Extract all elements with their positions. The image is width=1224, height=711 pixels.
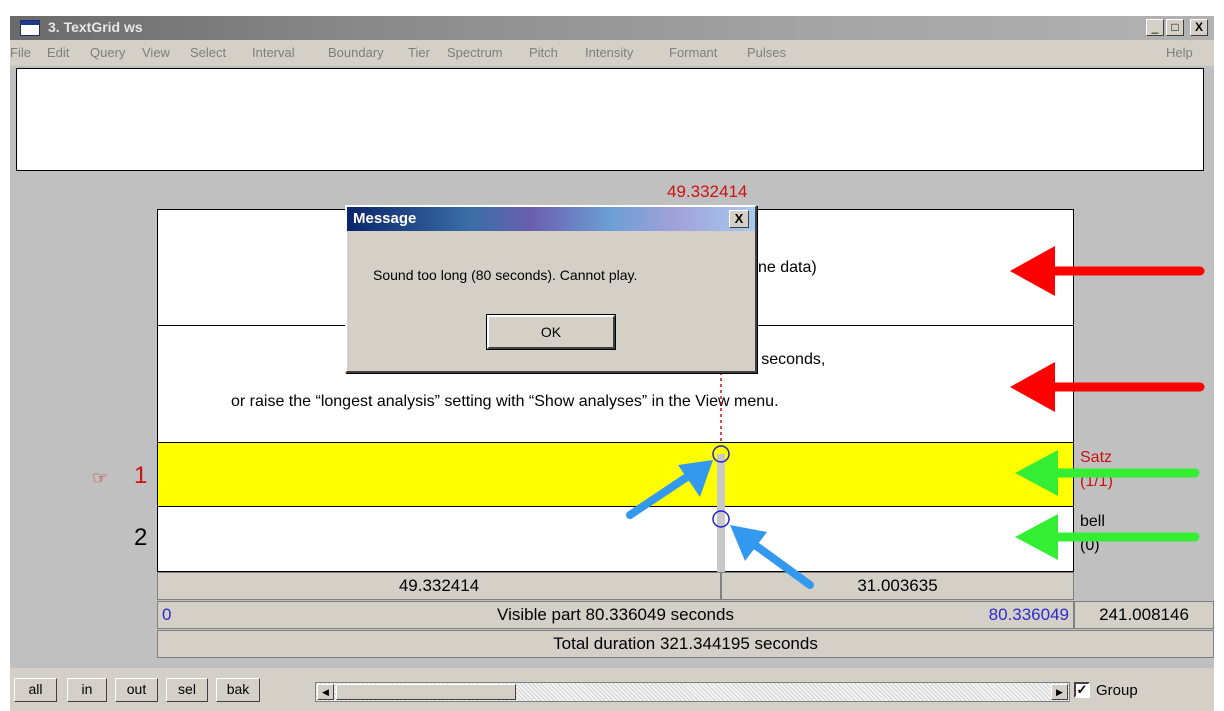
close-button[interactable]: X	[1190, 19, 1208, 36]
menu-interval[interactable]: Interval	[252, 45, 295, 60]
menu-spectrum[interactable]: Spectrum	[447, 45, 503, 60]
dialog-title: Message	[353, 210, 417, 227]
menu-pitch[interactable]: Pitch	[529, 45, 558, 60]
all-button[interactable]: all	[14, 678, 57, 702]
out-button[interactable]: out	[115, 678, 158, 702]
menu-boundary[interactable]: Boundary	[328, 45, 384, 60]
status-bar: all in out sel bak ◀ ▶ ✓ Group	[10, 668, 1214, 711]
message-dialog: Message X Sound too long (80 seconds). C…	[345, 205, 757, 373]
maximize-button[interactable]: □	[1166, 19, 1184, 36]
scroll-left-icon[interactable]: ◀	[317, 684, 334, 700]
dialog-message: Sound too long (80 seconds). Cannot play…	[373, 267, 638, 283]
menu-file[interactable]: File	[10, 45, 31, 60]
horizontal-scrollbar[interactable]: ◀ ▶	[315, 682, 1070, 702]
close-icon[interactable]: X	[729, 210, 749, 228]
scroll-right-icon[interactable]: ▶	[1051, 684, 1068, 700]
window-icon	[20, 20, 40, 36]
menu-bar: File Edit Query View Select Interval Bou…	[10, 40, 1214, 66]
cursor-column	[717, 454, 725, 572]
menu-formant[interactable]: Formant	[669, 45, 717, 60]
menu-query[interactable]: Query	[90, 45, 125, 60]
menu-pulses[interactable]: Pulses	[747, 45, 786, 60]
ok-button[interactable]: OK	[486, 314, 616, 350]
dialog-title-bar[interactable]: Message X	[347, 207, 755, 231]
menu-tier[interactable]: Tier	[408, 45, 430, 60]
checkbox-icon[interactable]: ✓	[1074, 682, 1090, 698]
bak-button[interactable]: bak	[216, 678, 260, 702]
menu-edit[interactable]: Edit	[47, 45, 69, 60]
menu-intensity[interactable]: Intensity	[585, 45, 633, 60]
minimize-button[interactable]: _	[1146, 19, 1164, 36]
in-button[interactable]: in	[67, 678, 107, 702]
title-bar[interactable]: 3. TextGrid ws _ □ X	[10, 16, 1214, 40]
menu-view[interactable]: View	[142, 45, 170, 60]
group-label: Group	[1096, 682, 1138, 699]
window-title: 3. TextGrid ws	[48, 19, 143, 35]
menu-help[interactable]: Help	[1166, 45, 1193, 60]
info-area	[16, 68, 1204, 171]
scroll-thumb[interactable]	[336, 684, 516, 700]
sel-button[interactable]: sel	[166, 678, 208, 702]
menu-select[interactable]: Select	[190, 45, 226, 60]
